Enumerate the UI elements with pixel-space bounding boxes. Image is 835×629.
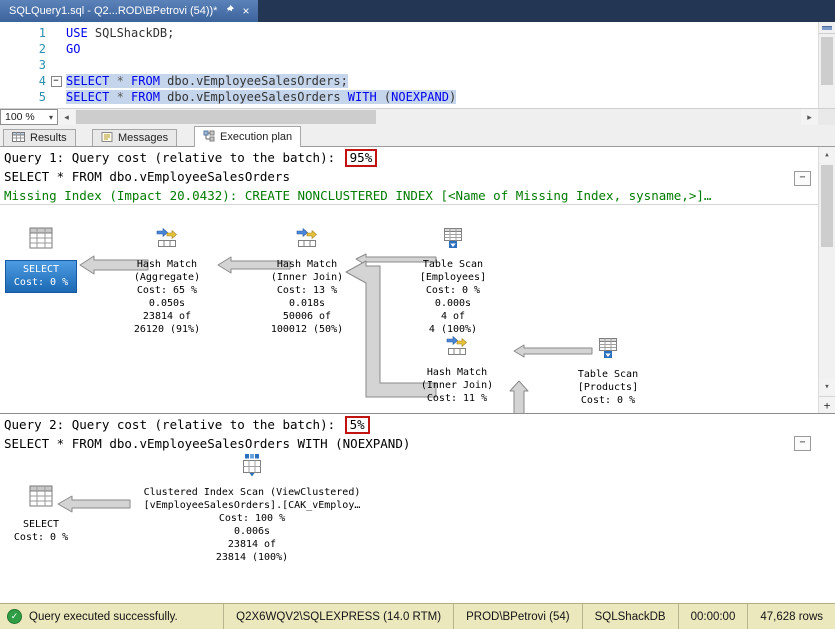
document-tab-title: SQLQuery1.sql - Q2...ROD\BPetrovi (54))*: [9, 5, 217, 17]
table-scan-icon: [442, 227, 464, 253]
plan-node-label: Clustered Index Scan (ViewClustered) [vE…: [144, 486, 361, 564]
sql-editor[interactable]: 1 USE SQLShackDB; 2 GO 3 4 − SELECT * FR…: [0, 22, 818, 108]
query2-statement: SELECT * FROM dbo.vEmployeeSalesOrders W…: [4, 434, 818, 453]
query1-statement: SELECT * FROM dbo.vEmployeeSalesOrders: [4, 167, 818, 186]
collapse-region-button[interactable]: −: [51, 76, 62, 87]
results-grid-icon: [12, 131, 25, 146]
table-scan-icon: [597, 337, 619, 363]
status-duration: 00:00:00: [678, 604, 748, 629]
tab-execution-plan[interactable]: Execution plan: [194, 126, 301, 147]
query1-header: Query 1: Query cost (relative to the bat…: [0, 147, 818, 205]
status-server: Q2X6WQV2\SQLEXPRESS (14.0 RTM): [223, 604, 453, 629]
line-number: 3: [0, 57, 46, 73]
pin-icon[interactable]: [224, 4, 235, 19]
hscroll-thumb[interactable]: [76, 110, 376, 124]
hscroll-left-button[interactable]: ◂: [58, 109, 75, 125]
editor-scrollbar-thumb[interactable]: [821, 37, 833, 85]
plan-node-hash-match-aggregate[interactable]: Hash Match (Aggregate) Cost: 65 % 0.050s…: [108, 227, 226, 336]
zoom-value: 100 %: [5, 111, 35, 123]
plan-node-table-scan-products[interactable]: Table Scan [Products] Cost: 0 %: [552, 337, 664, 407]
plan-zoom-plus-button[interactable]: +: [819, 396, 835, 413]
code-line[interactable]: 3: [0, 57, 818, 73]
success-icon: ✓: [7, 609, 22, 624]
plan-node-select-q2[interactable]: SELECT Cost: 0 %: [10, 483, 72, 544]
plan-node-label: Table Scan [Employees] Cost: 0 % 0.000s …: [420, 258, 486, 336]
results-tab-strip: Results Messages Execution plan: [0, 125, 835, 146]
query2-plan-diagram: SELECT Cost: 0 % Clustered Index Scan (V…: [0, 453, 818, 604]
query2-cost-line: Query 2: Query cost (relative to the bat…: [4, 415, 818, 434]
tab-messages[interactable]: Messages: [92, 129, 177, 147]
status-rowcount: 47,628 rows: [747, 604, 835, 629]
query2-collapse-button[interactable]: −: [794, 436, 811, 451]
hash-match-icon: [156, 227, 178, 253]
plan-node-clustered-index-scan[interactable]: Clustered Index Scan (ViewClustered) [vE…: [120, 453, 384, 564]
plan-node-label: Table Scan [Products] Cost: 0 %: [578, 368, 638, 407]
select-result-icon: [28, 225, 54, 255]
plan-node-hash-match-inner-join-1[interactable]: Hash Match (Inner Join) Cost: 13 % 0.018…: [248, 227, 366, 336]
plan-node-hash-match-inner-join-2[interactable]: Hash Match (Inner Join) Cost: 11 %: [398, 335, 516, 405]
status-login: PROD\BPetrovi (54): [453, 604, 582, 629]
messages-icon: [101, 131, 113, 146]
line-number: 1: [0, 25, 46, 41]
query2-cost-value: 5%: [345, 416, 370, 434]
plan-node-label: Hash Match (Inner Join) Cost: 11 %: [421, 366, 493, 405]
query1-collapse-button[interactable]: −: [794, 171, 811, 186]
plan-node-table-scan-employees[interactable]: Table Scan [Employees] Cost: 0 % 0.000s …: [394, 227, 512, 336]
close-icon[interactable]: ×: [242, 5, 249, 17]
plan-scroll-up-button[interactable]: ▴: [819, 147, 835, 163]
plan-scroll-down-button[interactable]: ▾: [819, 379, 835, 395]
zoom-dropdown[interactable]: 100 % ▾: [0, 109, 58, 125]
code-line[interactable]: 5 SELECT * FROM dbo.vEmployeeSalesOrders…: [0, 89, 818, 105]
plan-scrollbar-thumb[interactable]: [821, 165, 833, 247]
execution-plan-icon: [203, 130, 215, 145]
query1-cost-value: 95%: [345, 149, 378, 167]
code-line[interactable]: 4 − SELECT * FROM dbo.vEmployeeSalesOrde…: [0, 73, 818, 89]
line-number: 5: [0, 89, 46, 105]
plan-node-label: SELECT Cost: 0 %: [5, 260, 77, 293]
missing-index-hint[interactable]: Missing Index (Impact 20.0432): CREATE N…: [4, 186, 818, 205]
hscroll-right-button[interactable]: ▸: [801, 109, 818, 125]
hash-match-icon: [296, 227, 318, 253]
query1-plan-diagram: SELECT Cost: 0 % Hash Match (Aggregate) …: [0, 205, 818, 413]
fold-column: −: [46, 76, 66, 87]
line-number: 4: [0, 73, 46, 89]
status-database: SQLShackDB: [582, 604, 678, 629]
status-message: ✓ Query executed successfully.: [0, 609, 223, 624]
ssms-window: SQLQuery1.sql - Q2...ROD\BPetrovi (54))*…: [0, 0, 835, 629]
chevron-down-icon: ▾: [49, 113, 53, 122]
code-line[interactable]: 1 USE SQLShackDB;: [0, 25, 818, 41]
code-line[interactable]: 2 GO: [0, 41, 818, 57]
status-bar: ✓ Query executed successfully. Q2X6WQV2\…: [0, 603, 835, 629]
editor-vertical-scrollbar[interactable]: [818, 22, 835, 108]
document-tab-strip: SQLQuery1.sql - Q2...ROD\BPetrovi (54))*…: [0, 0, 835, 22]
line-number: 2: [0, 41, 46, 57]
plan-vertical-scrollbar[interactable]: ▴ ▾ +: [818, 147, 835, 413]
tab-execution-plan-label: Execution plan: [220, 131, 292, 143]
tab-results-label: Results: [30, 132, 67, 144]
document-tab[interactable]: SQLQuery1.sql - Q2...ROD\BPetrovi (54))*…: [0, 0, 258, 22]
plan-node-label: Hash Match (Inner Join) Cost: 13 % 0.018…: [271, 258, 343, 336]
plan-node-select[interactable]: SELECT Cost: 0 %: [2, 225, 80, 293]
hash-match-icon: [446, 335, 468, 361]
editor-lines: 1 USE SQLShackDB; 2 GO 3 4 − SELECT * FR…: [0, 25, 818, 108]
editor-split-button[interactable]: [819, 22, 835, 34]
query2-header: Query 2: Query cost (relative to the bat…: [0, 414, 818, 453]
plan-node-label: SELECT Cost: 0 %: [14, 518, 68, 544]
query1-cost-line: Query 1: Query cost (relative to the bat…: [4, 148, 818, 167]
clustered-index-scan-icon: [240, 453, 264, 481]
editor-bottom-bar: 100 % ▾ ◂ ▸: [0, 108, 835, 125]
execution-plan-pane: Query 1: Query cost (relative to the bat…: [0, 146, 835, 603]
plan-node-label: Hash Match (Aggregate) Cost: 65 % 0.050s…: [134, 258, 200, 336]
tab-messages-label: Messages: [118, 132, 168, 144]
select-result-icon: [28, 483, 54, 513]
scrollbar-corner: [818, 109, 835, 125]
tab-results[interactable]: Results: [3, 129, 76, 147]
